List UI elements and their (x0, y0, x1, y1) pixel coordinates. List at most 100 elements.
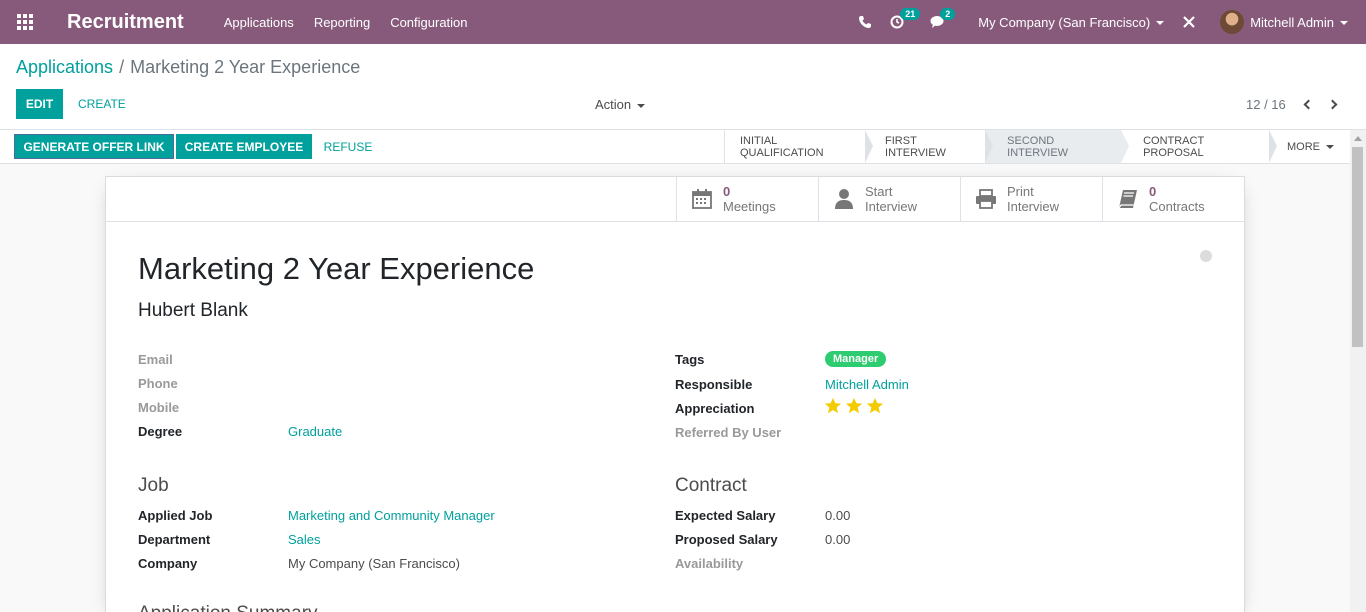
print-interview-button[interactable]: Print Interview (960, 177, 1102, 221)
activity-count-badge: 21 (900, 8, 921, 20)
meetings-label: Meetings (723, 199, 776, 214)
meetings-count: 0 (723, 184, 731, 199)
app-name: Recruitment (67, 10, 184, 33)
email-label: Email (138, 352, 173, 367)
expected-salary-value: 0.00 (825, 508, 851, 523)
application-title[interactable]: Marketing 2 Year Experience (138, 251, 534, 287)
stage-initial-qualification[interactable]: INITIAL QUALIFICATION (725, 130, 874, 163)
contracts-count: 0 (1149, 184, 1157, 199)
stage-contract-proposal[interactable]: CONTRACT PROPOSAL (1121, 130, 1277, 163)
stage-more-dropdown[interactable]: MORE (1269, 130, 1350, 163)
star-icon[interactable] (845, 397, 863, 415)
refuse-button[interactable]: REFUSE (324, 134, 373, 159)
user-icon (833, 188, 855, 210)
star-icon[interactable] (824, 397, 842, 415)
page-scrollbar[interactable] (1350, 130, 1366, 612)
button-box-divider (106, 221, 1244, 222)
proposed-salary-label: Proposed Salary (675, 532, 778, 547)
form-statusbar: GENERATE OFFER LINK CREATE EMPLOYEE REFU… (0, 130, 1350, 164)
kanban-state-indicator[interactable] (1200, 250, 1212, 262)
start-interview-line1: Start (865, 184, 893, 199)
menu-applications[interactable]: Applications (224, 15, 294, 30)
pager-value[interactable]: 12 / 16 (1246, 97, 1286, 112)
tags-label: Tags (675, 352, 705, 367)
smart-button-box: 0 Meetings Start Interview Print Interview … (676, 177, 1244, 221)
edit-button[interactable]: EDIT (16, 89, 63, 119)
caret-down-icon (1325, 144, 1334, 149)
company-switcher[interactable]: My Company (San Francisco) (978, 14, 1165, 30)
degree-label: Degree (138, 424, 183, 439)
top-navbar: Recruitment Applications Reporting Confi… (0, 0, 1366, 44)
proposed-salary-value: 0.00 (825, 532, 851, 547)
create-button[interactable]: CREATE (78, 89, 126, 119)
action-label: Action (595, 97, 632, 112)
pager-previous-button[interactable] (1299, 95, 1315, 113)
message-count-badge: 2 (940, 8, 956, 20)
caret-down-icon (1340, 21, 1348, 26)
stage-second-interview[interactable]: SECOND INTERVIEW (985, 130, 1129, 163)
company-label: Company (138, 556, 198, 571)
pager-next-button[interactable] (1326, 95, 1342, 113)
chevron-right-icon (1327, 99, 1338, 109)
responsible-value[interactable]: Mitchell Admin (825, 377, 909, 392)
chevron-left-icon (1303, 99, 1314, 109)
menu-reporting[interactable]: Reporting (314, 15, 370, 30)
caret-down-icon (1156, 21, 1165, 26)
applicant-name[interactable]: Hubert Blank (138, 300, 248, 322)
print-interview-line2: Interview (1007, 199, 1060, 214)
mobile-label: Mobile (138, 400, 180, 415)
company-name: My Company (San Francisco) (978, 14, 1151, 30)
create-employee-button[interactable]: CREATE EMPLOYEE (176, 134, 312, 159)
referred-by-label: Referred By User (675, 425, 782, 440)
apps-menu-icon[interactable] (0, 0, 50, 44)
tag-manager-badge[interactable]: Manager (825, 351, 887, 367)
print-interview-line1: Print (1007, 184, 1034, 199)
department-label: Department (138, 532, 211, 547)
phone-label: Phone (138, 376, 178, 391)
start-interview-button[interactable]: Start Interview (818, 177, 960, 221)
job-section-title: Job (138, 475, 169, 496)
scroll-thumb[interactable] (1352, 147, 1363, 347)
application-summary-title: Application Summary (138, 603, 318, 612)
department-value[interactable]: Sales (288, 532, 321, 547)
availability-label: Availability (675, 556, 744, 571)
activity-clock-icon[interactable]: 21 (890, 8, 921, 29)
responsible-label: Responsible (675, 377, 753, 392)
contracts-label: Contracts (1149, 199, 1205, 214)
meetings-button[interactable]: 0 Meetings (676, 177, 818, 221)
scroll-up-arrow-icon[interactable] (1354, 136, 1362, 141)
star-icon[interactable] (866, 397, 884, 415)
caret-down-icon (637, 103, 646, 108)
appreciation-stars[interactable] (824, 397, 884, 415)
user-name: Mitchell Admin (1250, 14, 1334, 30)
start-interview-line2: Interview (865, 199, 918, 214)
user-avatar[interactable] (1220, 10, 1245, 34)
breadcrumb-applications[interactable]: Applications (16, 57, 113, 77)
degree-value[interactable]: Graduate (288, 424, 342, 439)
control-panel: Applications / Marketing 2 Year Experience… (0, 44, 1366, 130)
stage-first-interview[interactable]: FIRST INTERVIEW (865, 130, 994, 163)
generate-offer-link-button[interactable]: GENERATE OFFER LINK (14, 134, 174, 159)
more-label: MORE (1286, 140, 1320, 153)
contracts-button[interactable]: 0 Contracts (1102, 177, 1244, 221)
messages-icon[interactable]: 2 (930, 8, 956, 29)
phone-icon[interactable] (858, 15, 872, 29)
action-dropdown[interactable]: Action (595, 97, 646, 112)
breadcrumb: Applications / Marketing 2 Year Experience (16, 57, 360, 78)
breadcrumb-current: Marketing 2 Year Experience (130, 57, 361, 77)
applied-job-label: Applied Job (138, 508, 213, 523)
breadcrumb-separator: / (119, 57, 125, 77)
menu-configuration[interactable]: Configuration (390, 15, 467, 30)
printer-icon (975, 188, 997, 210)
calendar-icon (691, 188, 713, 210)
expected-salary-label: Expected Salary (675, 508, 776, 523)
debug-tools-icon[interactable] (1182, 15, 1196, 29)
form-sheet: 0 Meetings Start Interview Print Interview … (105, 176, 1245, 612)
stage-pipeline: INITIAL QUALIFICATION FIRST INTERVIEW SE… (724, 130, 1350, 163)
company-value: My Company (San Francisco) (288, 556, 460, 571)
appreciation-label: Appreciation (675, 401, 755, 416)
user-menu[interactable]: Mitchell Admin (1250, 15, 1348, 30)
contract-section-title: Contract (675, 475, 747, 496)
book-icon (1117, 188, 1139, 210)
applied-job-value[interactable]: Marketing and Community Manager (288, 508, 495, 523)
